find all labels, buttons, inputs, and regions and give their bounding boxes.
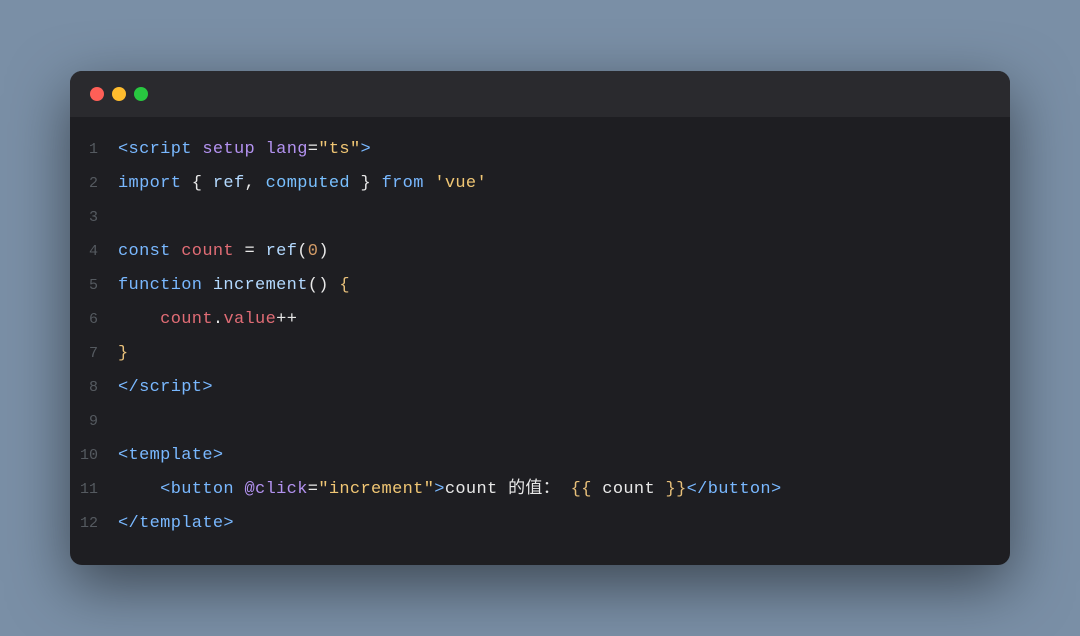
minimize-button[interactable] — [112, 87, 126, 101]
line-number: 12 — [70, 509, 118, 539]
line-number: 9 — [70, 407, 118, 437]
line-content: import { ref, computed } from 'vue' — [118, 169, 1010, 199]
close-button[interactable] — [90, 87, 104, 101]
titlebar — [70, 71, 1010, 117]
code-line: 11 <button @click="increment">count 的值： … — [70, 473, 1010, 507]
line-number: 2 — [70, 169, 118, 199]
code-line: 7 } — [70, 337, 1010, 371]
code-line: 4 const count = ref(0) — [70, 235, 1010, 269]
code-line: 9 — [70, 405, 1010, 439]
code-line: 2 import { ref, computed } from 'vue' — [70, 167, 1010, 201]
line-number: 3 — [70, 203, 118, 233]
code-line: 12 </template> — [70, 507, 1010, 541]
line-number: 6 — [70, 305, 118, 335]
line-content: function increment() { — [118, 271, 1010, 301]
line-number: 4 — [70, 237, 118, 267]
code-line: 5 function increment() { — [70, 269, 1010, 303]
line-number: 5 — [70, 271, 118, 301]
code-line: 8 </script> — [70, 371, 1010, 405]
line-number: 7 — [70, 339, 118, 369]
line-content: <button @click="increment">count 的值： {{ … — [118, 475, 1010, 505]
code-line: 1 <script setup lang="ts"> — [70, 133, 1010, 167]
line-content: } — [118, 339, 1010, 369]
line-content: </template> — [118, 509, 1010, 539]
code-line: 10 <template> — [70, 439, 1010, 473]
line-number: 11 — [70, 475, 118, 505]
line-content: <script setup lang="ts"> — [118, 135, 1010, 165]
code-line: 3 — [70, 201, 1010, 235]
line-content: <template> — [118, 441, 1010, 471]
code-window: 1 <script setup lang="ts"> 2 import { re… — [70, 71, 1010, 565]
line-number: 8 — [70, 373, 118, 403]
line-content: </script> — [118, 373, 1010, 403]
maximize-button[interactable] — [134, 87, 148, 101]
line-number: 10 — [70, 441, 118, 471]
line-content: const count = ref(0) — [118, 237, 1010, 267]
line-number: 1 — [70, 135, 118, 165]
line-content: count.value++ — [118, 305, 1010, 335]
code-editor: 1 <script setup lang="ts"> 2 import { re… — [70, 117, 1010, 565]
code-line: 6 count.value++ — [70, 303, 1010, 337]
